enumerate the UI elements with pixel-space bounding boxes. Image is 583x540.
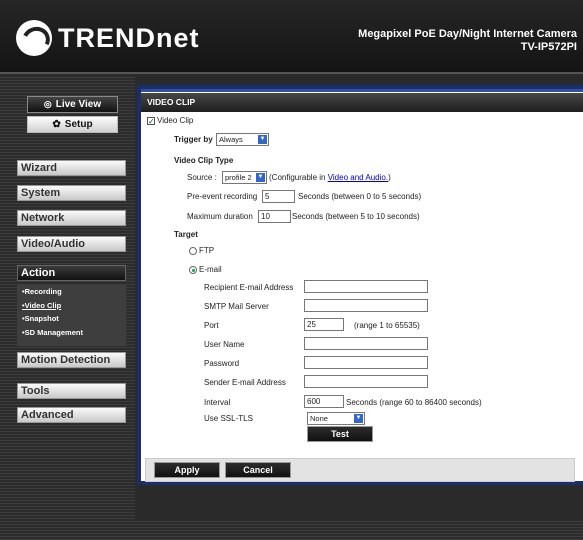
product-name: Megapixel PoE Day/Night Internet Camera: [358, 28, 577, 40]
ssl-select[interactable]: None ▼: [307, 412, 365, 425]
product-model: TV-IP572PI: [520, 41, 577, 53]
panel-title: VIDEO CLIP: [141, 93, 583, 112]
menu-video-audio[interactable]: Video/Audio: [17, 236, 126, 252]
smtp-input[interactable]: [304, 299, 428, 312]
submenu-snapshot[interactable]: •Snapshot: [17, 312, 126, 326]
ssl-value: None: [310, 414, 328, 423]
interval-input[interactable]: 600: [304, 395, 344, 408]
footer-actions: Apply Cancel: [145, 458, 575, 482]
port-input[interactable]: 25: [304, 318, 344, 331]
product-title: Megapixel PoE Day/Night Internet Camera …: [358, 28, 577, 54]
video-clip-panel: VIDEO CLIP ✓ Video Clip Trigger by Alway…: [137, 85, 583, 485]
submenu-recording[interactable]: •Recording: [17, 285, 126, 299]
max-duration-label: Maximum duration: [187, 212, 253, 221]
menu-motion-detection[interactable]: Motion Detection: [17, 352, 126, 368]
source-note-close: ): [388, 173, 391, 182]
clip-type-heading: Video Clip Type: [174, 156, 234, 165]
test-button[interactable]: Test: [307, 426, 373, 442]
live-view-label: Live View: [55, 99, 102, 110]
username-label: User Name: [204, 340, 245, 349]
trigger-select[interactable]: Always ▼: [216, 133, 269, 146]
video-audio-link[interactable]: Video and Audio.: [328, 173, 388, 182]
video-clip-checkbox[interactable]: ✓: [147, 117, 155, 126]
pre-event-label: Pre-event recording: [187, 192, 258, 201]
submenu-sd-management[interactable]: •SD Management: [17, 326, 126, 340]
sidebar: ◎ Live View ✿ Setup Wizard System Networ…: [0, 76, 135, 540]
setup-label: Setup: [64, 119, 93, 130]
cancel-button[interactable]: Cancel: [225, 462, 291, 478]
port-label: Port: [204, 321, 219, 330]
eye-icon: ◎: [43, 99, 52, 109]
page-bottom: [0, 520, 583, 540]
trigger-label: Trigger by: [174, 135, 213, 144]
trendnet-logo-icon: [16, 20, 52, 56]
source-select[interactable]: profile 2 ▼: [222, 171, 267, 184]
header: TRENDnet Megapixel PoE Day/Night Interne…: [0, 0, 583, 74]
chevron-down-icon: ▼: [354, 414, 363, 423]
source-label: Source :: [187, 173, 217, 182]
source-note: (Configurable in Video and Audio.): [269, 173, 391, 183]
max-duration-note: Seconds (between 5 to 10 seconds): [292, 212, 420, 221]
pre-event-input[interactable]: 5: [262, 190, 295, 203]
submenu-video-clip[interactable]: •Video Clip: [17, 299, 126, 313]
password-label: Password: [204, 359, 240, 368]
menu-action[interactable]: Action: [17, 265, 126, 281]
smtp-label: SMTP Mail Server: [204, 302, 269, 311]
action-submenu: •Recording •Video Clip •Snapshot •SD Man…: [17, 285, 126, 346]
email-radio[interactable]: [189, 266, 197, 274]
brand-logo: TRENDnet: [16, 20, 200, 56]
setup-button[interactable]: ✿ Setup: [27, 116, 118, 133]
recipient-label: Recipient E-mail Address: [204, 283, 294, 292]
email-label: E-mail: [199, 265, 222, 274]
interval-note: Seconds (range 60 to 86400 seconds): [346, 398, 482, 407]
recipient-input[interactable]: [304, 280, 428, 293]
ftp-label: FTP: [199, 246, 215, 255]
ftp-radio[interactable]: [189, 247, 197, 255]
gear-icon: ✿: [52, 119, 61, 130]
source-note-text: (Configurable in: [269, 173, 328, 182]
chevron-down-icon: ▼: [258, 135, 267, 144]
target-heading: Target: [174, 230, 198, 239]
menu-system[interactable]: System: [17, 185, 126, 201]
chevron-down-icon: ▼: [256, 173, 265, 182]
menu-wizard[interactable]: Wizard: [17, 160, 126, 176]
source-value: profile 2: [225, 173, 252, 182]
pre-event-note: Seconds (between 0 to 5 seconds): [298, 192, 422, 201]
username-input[interactable]: [304, 337, 428, 350]
trigger-value: Always: [219, 135, 243, 144]
panel-accent-bar: [141, 89, 583, 92]
menu-tools[interactable]: Tools: [17, 383, 126, 399]
live-view-button[interactable]: ◎ Live View: [27, 96, 118, 113]
sender-input[interactable]: [304, 375, 428, 388]
port-note: (range 1 to 65535): [354, 321, 420, 330]
menu-network[interactable]: Network: [17, 210, 126, 226]
apply-button[interactable]: Apply: [154, 462, 220, 478]
menu-advanced[interactable]: Advanced: [17, 407, 126, 423]
ssl-label: Use SSL-TLS: [204, 414, 253, 423]
max-duration-input[interactable]: 10: [258, 210, 291, 223]
brand-name: TRENDnet: [58, 22, 200, 53]
password-input[interactable]: [304, 356, 428, 369]
video-clip-label: Video Clip: [157, 116, 194, 125]
sender-label: Sender E-mail Address: [204, 378, 286, 387]
interval-label: Interval: [204, 398, 231, 407]
